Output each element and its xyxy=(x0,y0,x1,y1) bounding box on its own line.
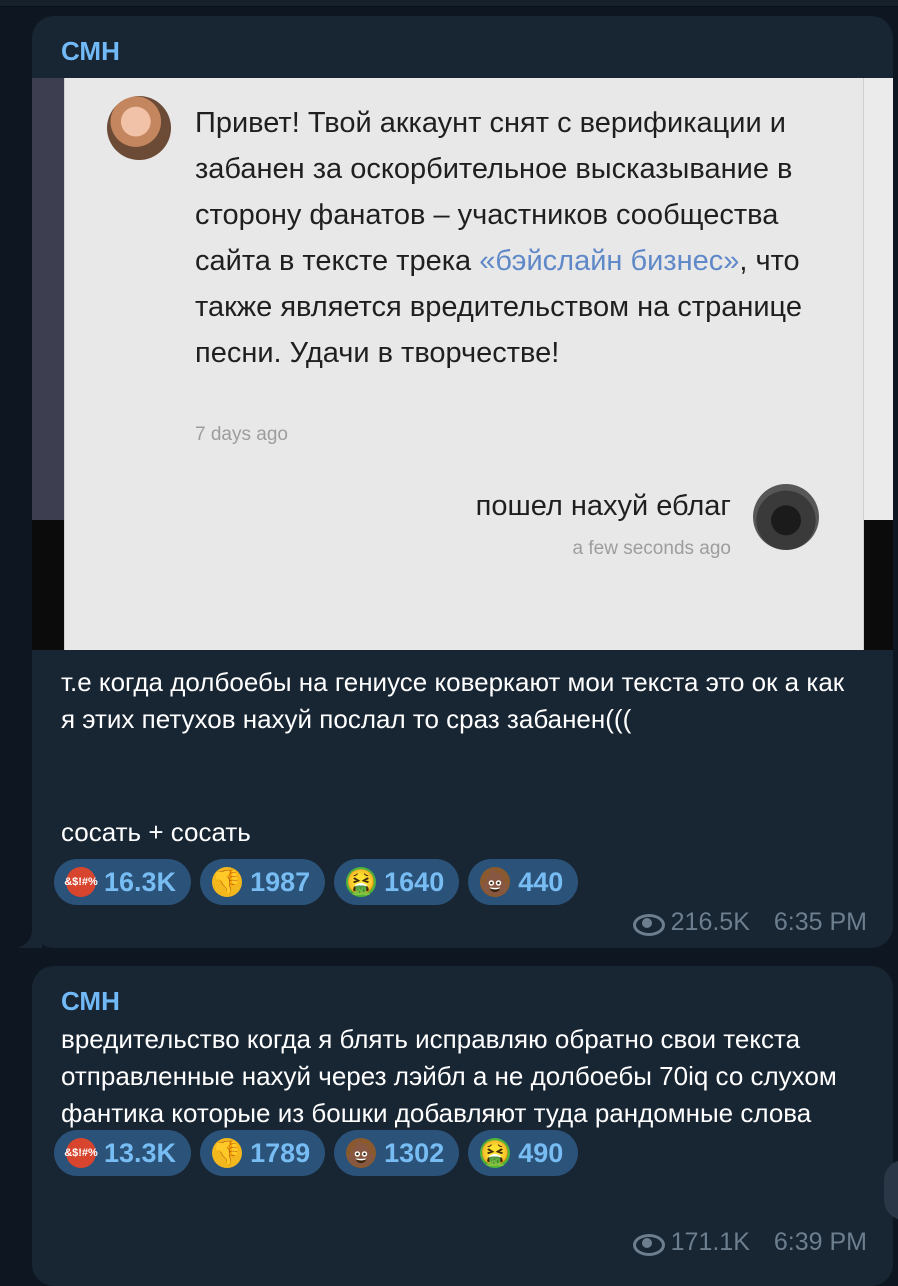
eye-icon xyxy=(632,1232,665,1256)
moderator-message: Привет! Твой аккаунт снят с верификации … xyxy=(195,100,835,376)
reaction-vomit[interactable]: 🤮 1640 xyxy=(334,859,460,905)
author-name[interactable]: СМН xyxy=(61,36,120,67)
author-name[interactable]: СМН xyxy=(61,986,120,1017)
reaction-angry[interactable]: &$!#% 13.3K xyxy=(54,1130,192,1176)
reactions-bar: &$!#% 13.3K 👎 1789 💩 1302 🤮 490 xyxy=(54,1130,579,1176)
message-caption-second: сосать + сосать xyxy=(61,817,251,847)
eye-icon xyxy=(632,912,665,936)
bubble-tail xyxy=(4,918,42,948)
poop-icon: 💩 xyxy=(480,867,511,897)
reaction-count: 440 xyxy=(518,866,564,897)
view-count: 216.5K xyxy=(670,908,750,936)
track-link: «бэйслайн бизнес» xyxy=(479,245,740,277)
reaction-count: 490 xyxy=(518,1137,564,1168)
reaction-count: 13.3K xyxy=(104,1137,177,1168)
reply-timestamp: a few seconds ago xyxy=(572,538,731,559)
vomit-face-icon: 🤮 xyxy=(346,867,377,897)
thumbs-down-icon: 👎 xyxy=(212,867,243,897)
message-bubble[interactable]: СМН Привет! Твой аккаунт снят с верифика… xyxy=(32,16,893,948)
user-avatar xyxy=(753,484,819,550)
reaction-thumbs-down[interactable]: 👎 1789 xyxy=(200,1130,326,1176)
angry-face-icon: &$!#% xyxy=(64,867,98,897)
photo-attachment[interactable]: Привет! Твой аккаунт снят с верификации … xyxy=(32,78,893,650)
message-bubble[interactable]: СМН вредительство когда я блять исправля… xyxy=(32,966,893,1286)
message-meta: 171.1K 6:39 PM xyxy=(632,1228,867,1257)
top-bar xyxy=(0,0,898,7)
moderator-avatar xyxy=(107,96,171,160)
reaction-poop[interactable]: 💩 1302 xyxy=(334,1130,460,1176)
reaction-vomit[interactable]: 🤮 490 xyxy=(468,1130,579,1176)
screenshot-card: Привет! Твой аккаунт снят с верификации … xyxy=(64,78,864,650)
reaction-thumbs-down[interactable]: 👎 1987 xyxy=(200,859,326,905)
message-caption: т.е когда долбоебы на гениусе коверкают … xyxy=(61,667,845,734)
poop-icon: 💩 xyxy=(346,1138,377,1168)
moderator-timestamp: 7 days ago xyxy=(195,424,288,445)
reply-text: пошел нахуй еблаг xyxy=(475,490,731,522)
message-time: 6:39 PM xyxy=(773,1228,867,1256)
reaction-count: 1789 xyxy=(250,1137,311,1168)
message-meta: 216.5K 6:35 PM xyxy=(632,908,867,937)
message-text: вредительство когда я блять исправляю об… xyxy=(61,1024,837,1128)
reaction-count: 16.3K xyxy=(104,866,177,897)
reaction-count: 1640 xyxy=(384,866,445,897)
reaction-count: 1302 xyxy=(384,1137,445,1168)
reaction-count: 1987 xyxy=(250,866,311,897)
reactions-bar: &$!#% 16.3K 👎 1987 🤮 1640 💩 440 xyxy=(54,859,579,905)
vomit-face-icon: 🤮 xyxy=(480,1138,511,1168)
angry-face-icon: &$!#% xyxy=(64,1138,98,1168)
thumbs-down-icon: 👎 xyxy=(212,1138,243,1168)
reaction-angry[interactable]: &$!#% 16.3K xyxy=(54,859,192,905)
view-count: 171.1K xyxy=(670,1228,750,1256)
message-time: 6:35 PM xyxy=(773,908,867,936)
reaction-poop[interactable]: 💩 440 xyxy=(468,859,579,905)
